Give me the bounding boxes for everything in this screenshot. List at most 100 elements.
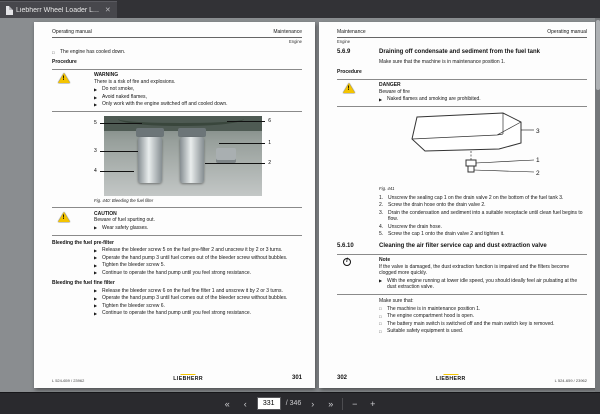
action-item: ▶ Release the bleeder screw 5 on the fuel… xyxy=(94,247,283,254)
action-item: ▶ Operate the hand pump 3 until fuel come… xyxy=(94,254,288,261)
header-sub-label: Engine xyxy=(337,38,351,44)
zoom-in-button[interactable]: + xyxy=(366,396,379,412)
viewer-toolbar: « ‹ / 346 › » − + xyxy=(0,392,600,414)
section-intro: Make sure that the machine is in mainten… xyxy=(379,58,506,65)
action-item: ▶ Operate the hand pump 3 until fuel come… xyxy=(94,295,288,302)
precondition-text: The engine has cooled down. xyxy=(60,48,126,55)
action-arrow-icon: ▶ xyxy=(94,310,98,316)
action-item: ▶ Continue to operate the hand pump until… xyxy=(94,310,251,317)
step-item: 5. Screw the cap 1 onto the drain valve 2… xyxy=(379,231,505,238)
action-arrow-icon: ▶ xyxy=(94,102,98,108)
section-number: 5.6.9 xyxy=(337,48,351,55)
figure-callout: 2 xyxy=(536,170,540,177)
document-viewport[interactable]: Operating manual Maintenance Engine □ Th… xyxy=(0,18,600,392)
figure-441-caption: Fig. 441 xyxy=(379,186,395,192)
page-footer: L 524-659 / 23962 LIEBHERR 301 xyxy=(52,374,302,383)
hazard-text: Beware of fire xyxy=(379,88,410,95)
info-glyph: i xyxy=(346,258,348,265)
action-arrow-icon: ▶ xyxy=(379,278,383,284)
figure-callout: 3 xyxy=(536,128,540,135)
note-text: If the valve is damaged, the dust extrac… xyxy=(379,263,570,277)
action-arrow-icon: ▶ xyxy=(379,96,383,102)
previous-page-button[interactable]: ‹ xyxy=(239,396,252,412)
warning-triangle-icon: ! xyxy=(343,83,355,94)
tab-close-icon[interactable]: ✕ xyxy=(105,6,111,14)
pdf-file-icon xyxy=(6,5,13,15)
page-header: Operating manual Maintenance xyxy=(52,29,302,38)
toolbar-divider xyxy=(342,397,344,410)
scrollbar-thumb[interactable] xyxy=(595,20,600,90)
figure-440-photo: 5 3 4 6 1 2 xyxy=(94,116,271,197)
step-number: 1. xyxy=(379,194,384,201)
action-arrow-icon: ▶ xyxy=(94,94,98,100)
step-item: 2. Screw the drain hose onto the drain va… xyxy=(379,202,486,209)
checkbox-icon: □ xyxy=(379,321,382,327)
note-bullet: ▶ With the engine running at lower idle s… xyxy=(379,277,578,291)
hazard-text: Beware of fuel spurting out. xyxy=(94,217,155,224)
procedure-steps: 1. Unscrew the sealing cap 1 on the drain… xyxy=(379,195,587,238)
note-block: i Note If the valve is damaged, the dust… xyxy=(337,253,587,296)
hand-pump-shape xyxy=(216,148,236,164)
document-id: L 524-659 / 23962 xyxy=(52,377,85,383)
checkbox-icon: □ xyxy=(379,328,382,334)
checklist-item: □ The machine is in maintenance position … xyxy=(379,305,481,312)
make-sure-label: Make sure that: xyxy=(379,298,414,305)
precondition-item: □ The engine has cooled down. xyxy=(52,49,302,56)
action-arrow-icon: ▶ xyxy=(94,303,98,309)
next-page-button[interactable]: › xyxy=(306,396,319,412)
action-item: ▶ Tighten the bleeder screw 5. xyxy=(94,262,165,269)
page-spread: Operating manual Maintenance Engine □ Th… xyxy=(0,18,600,388)
action-item: ▶ Tighten the bleeder screw 6. xyxy=(94,302,165,309)
document-tab[interactable]: Liebherr Wheel Loader L... ✕ xyxy=(0,1,117,18)
step-item: 4. Unscrew the drain hose. xyxy=(379,223,442,230)
liebherr-logo: LIEBHERR xyxy=(436,374,466,383)
action-arrow-icon: ▶ xyxy=(94,288,98,294)
first-page-button[interactable]: « xyxy=(221,396,234,412)
page-number: 302 xyxy=(337,375,348,382)
fuel-filter-photo xyxy=(104,116,262,197)
step-number: 2. xyxy=(379,202,384,209)
figure-441-drawing: 3 1 2 xyxy=(411,112,540,177)
action-arrow-icon: ▶ xyxy=(94,295,98,301)
page-number-input[interactable] xyxy=(256,397,281,410)
figure-callout: 1 xyxy=(268,140,271,147)
subsection-title: Bleeding the fuel pre-filter xyxy=(52,239,114,246)
manual-page-301: Operating manual Maintenance Engine □ Th… xyxy=(34,22,315,388)
checkbox-icon: □ xyxy=(379,306,382,312)
figure-callout: 6 xyxy=(268,118,271,125)
fuel-pre-filter-shape xyxy=(138,137,162,184)
document-id: L 524-659 / 23962 xyxy=(554,377,587,383)
step-number: 3. xyxy=(379,209,384,216)
step-item: 1. Unscrew the sealing cap 1 on the drain… xyxy=(379,194,564,201)
figure-callout: 3 xyxy=(94,148,97,155)
header-right-label: Operating manual xyxy=(547,29,587,35)
figure-callout: 2 xyxy=(268,160,271,167)
action-arrow-icon: ▶ xyxy=(94,225,98,231)
section-heading: 5.6.9 Draining off condensate and sedime… xyxy=(337,49,587,57)
zoom-out-button[interactable]: − xyxy=(348,396,361,412)
header-left-label: Maintenance xyxy=(337,29,366,35)
vertical-scrollbar[interactable] xyxy=(595,18,600,392)
hazard-bullet: ▶ Avoid naked flames, xyxy=(94,93,147,100)
fuel-fine-filter-shape xyxy=(180,137,204,184)
subsection-steps: ▶ Release the bleeder screw 6 on the fuel… xyxy=(94,288,302,317)
checkbox-icon: □ xyxy=(52,49,55,55)
action-arrow-icon: ▶ xyxy=(94,255,98,261)
hazard-bullet: ▶ Wear safety glasses. xyxy=(94,224,149,231)
figure-callout: 5 xyxy=(94,120,97,127)
procedure-label: Procedure xyxy=(337,69,362,76)
warning-block: ! WARNING There is a risk of fire and ex… xyxy=(52,68,302,113)
procedure-label: Procedure xyxy=(52,59,77,66)
page-number: 301 xyxy=(291,375,302,382)
figure-callout: 4 xyxy=(94,168,97,175)
exclamation-glyph: ! xyxy=(62,75,65,83)
hazard-bullet: ▶ Do not smoke, xyxy=(94,86,135,93)
tab-bar: Liebherr Wheel Loader L... ✕ xyxy=(0,0,600,18)
checklist-item: □ Suitable safety equipment is used. xyxy=(379,328,464,335)
exclamation-glyph: ! xyxy=(347,85,350,93)
action-arrow-icon: ▶ xyxy=(94,247,98,253)
step-number: 5. xyxy=(379,231,384,238)
last-page-button[interactable]: » xyxy=(324,396,337,412)
subsection-steps: ▶ Release the bleeder screw 5 on the fuel… xyxy=(94,247,302,276)
header-right-label: Maintenance xyxy=(273,29,302,35)
